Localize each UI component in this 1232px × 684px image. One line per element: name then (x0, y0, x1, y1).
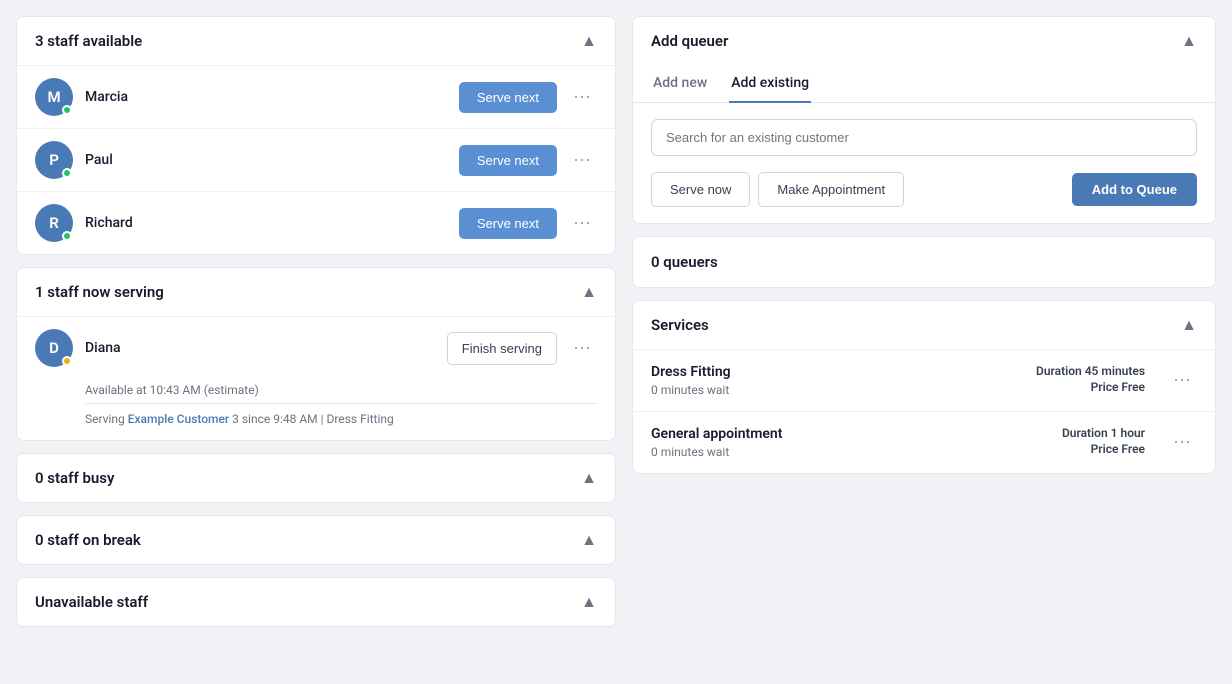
busy-staff-title: 0 staff busy (35, 469, 114, 487)
staff-row-paul: P Paul Serve next ⋯ (17, 128, 615, 191)
serving-staff-header[interactable]: 1 staff now serving ▲ (17, 268, 615, 316)
service-meta-text-dress-fitting: Duration 45 minutes Price Free (1036, 364, 1145, 396)
service-info-general-appointment: General appointment 0 minutes wait (651, 426, 782, 459)
staff-name-richard: Richard (85, 215, 459, 231)
busy-chevron-icon: ▲ (581, 468, 597, 488)
status-dot-marcia (62, 105, 72, 115)
more-options-button-general-appointment[interactable]: ⋯ (1167, 428, 1197, 457)
avatar-initial-paul: P (49, 151, 59, 169)
diana-serving-details: Available at 10:43 AM (estimate) Serving… (17, 379, 615, 440)
unavailable-chevron-icon: ▲ (581, 592, 597, 612)
service-meta-general-appointment: Duration 1 hour Price Free ⋯ (1062, 426, 1197, 458)
serving-chevron-icon: ▲ (581, 282, 597, 302)
service-meta-text-general-appointment: Duration 1 hour Price Free (1062, 426, 1145, 458)
service-duration-dress-fitting: Duration 45 minutes (1036, 364, 1145, 378)
add-queuer-header[interactable]: Add queuer ▲ (633, 17, 1215, 65)
status-dot-diana (62, 356, 72, 366)
available-staff-title: 3 staff available (35, 32, 142, 50)
add-queuer-chevron-icon: ▲ (1181, 31, 1197, 51)
service-info-dress-fitting: Dress Fitting 0 minutes wait (651, 364, 731, 397)
available-staff-section: 3 staff available ▲ M Marcia Serve next … (16, 16, 616, 255)
more-options-button-marcia[interactable]: ⋯ (567, 83, 597, 112)
service-name-general-appointment: General appointment (651, 426, 782, 442)
add-queuer-body: Serve now Make Appointment Add to Queue (633, 103, 1215, 223)
more-options-button-dress-fitting[interactable]: ⋯ (1167, 366, 1197, 395)
unavailable-staff-title: Unavailable staff (35, 593, 148, 611)
available-chevron-icon: ▲ (581, 31, 597, 51)
staff-row-richard: R Richard Serve next ⋯ (17, 191, 615, 254)
action-buttons-row: Serve now Make Appointment Add to Queue (651, 172, 1197, 207)
services-title: Services (651, 316, 709, 334)
tab-add-new[interactable]: Add new (651, 65, 709, 103)
staff-row-marcia: M Marcia Serve next ⋯ (17, 65, 615, 128)
diana-available-time: Available at 10:43 AM (estimate) (85, 383, 597, 397)
service-wait-dress-fitting: 0 minutes wait (651, 383, 731, 397)
serving-suffix: 3 since 9:48 AM | Dress Fitting (229, 412, 394, 426)
serve-next-button-marcia[interactable]: Serve next (459, 82, 557, 113)
service-wait-general-appointment: 0 minutes wait (651, 445, 782, 459)
serve-next-button-paul[interactable]: Serve next (459, 145, 557, 176)
serving-customer-link[interactable]: Example Customer (128, 412, 229, 426)
staff-name-diana: Diana (85, 340, 447, 356)
search-existing-customer-input[interactable] (651, 119, 1197, 156)
staff-row-diana: D Diana Finish serving ⋯ (17, 316, 615, 379)
serving-staff-section: 1 staff now serving ▲ D Diana Finish ser… (16, 267, 616, 441)
serve-now-button[interactable]: Serve now (651, 172, 750, 207)
add-queuer-section: Add queuer ▲ Add new Add existing Serve … (632, 16, 1216, 224)
staff-name-paul: Paul (85, 152, 459, 168)
services-section: Services ▲ Dress Fitting 0 minutes wait … (632, 300, 1216, 474)
service-row-general-appointment: General appointment 0 minutes wait Durat… (633, 411, 1215, 473)
break-staff-title: 0 staff on break (35, 531, 141, 549)
avatar-richard: R (35, 204, 73, 242)
more-options-button-diana[interactable]: ⋯ (567, 334, 597, 363)
break-staff-section: 0 staff on break ▲ (16, 515, 616, 565)
add-queuer-title: Add queuer (651, 32, 728, 50)
avatar-initial-diana: D (49, 339, 59, 357)
avatar-initial-richard: R (49, 214, 59, 232)
avatar-diana: D (35, 329, 73, 367)
queuers-header: 0 queuers (633, 237, 1215, 287)
serving-staff-title: 1 staff now serving (35, 283, 164, 301)
staff-name-marcia: Marcia (85, 89, 459, 105)
finish-serving-button-diana[interactable]: Finish serving (447, 332, 557, 365)
service-price-general-appointment: Price Free (1062, 442, 1145, 456)
service-row-dress-fitting: Dress Fitting 0 minutes wait Duration 45… (633, 349, 1215, 411)
avatar-paul: P (35, 141, 73, 179)
tab-add-existing[interactable]: Add existing (729, 65, 811, 103)
service-name-dress-fitting: Dress Fitting (651, 364, 731, 380)
serving-divider (85, 403, 597, 404)
diana-serving-info: Serving Example Customer 3 since 9:48 AM… (85, 412, 597, 426)
available-staff-header[interactable]: 3 staff available ▲ (17, 17, 615, 65)
busy-staff-section: 0 staff busy ▲ (16, 453, 616, 503)
unavailable-staff-section: Unavailable staff ▲ (16, 577, 616, 627)
break-staff-header[interactable]: 0 staff on break ▲ (17, 516, 615, 564)
service-duration-general-appointment: Duration 1 hour (1062, 426, 1145, 440)
queuers-section: 0 queuers (632, 236, 1216, 288)
service-meta-dress-fitting: Duration 45 minutes Price Free ⋯ (1036, 364, 1197, 396)
left-panel: 3 staff available ▲ M Marcia Serve next … (16, 16, 616, 668)
add-to-queue-button[interactable]: Add to Queue (1072, 173, 1197, 206)
queuers-title: 0 queuers (651, 253, 718, 271)
right-panel: Add queuer ▲ Add new Add existing Serve … (632, 16, 1216, 668)
services-header[interactable]: Services ▲ (633, 301, 1215, 349)
more-options-button-paul[interactable]: ⋯ (567, 146, 597, 175)
add-queuer-tabs: Add new Add existing (633, 65, 1215, 103)
serving-prefix: Serving (85, 412, 128, 426)
unavailable-staff-header[interactable]: Unavailable staff ▲ (17, 578, 615, 626)
services-chevron-icon: ▲ (1181, 315, 1197, 335)
avatar-marcia: M (35, 78, 73, 116)
avatar-initial-marcia: M (47, 88, 60, 106)
break-chevron-icon: ▲ (581, 530, 597, 550)
busy-staff-header[interactable]: 0 staff busy ▲ (17, 454, 615, 502)
serve-next-button-richard[interactable]: Serve next (459, 208, 557, 239)
more-options-button-richard[interactable]: ⋯ (567, 209, 597, 238)
status-dot-paul (62, 168, 72, 178)
make-appointment-button[interactable]: Make Appointment (758, 172, 904, 207)
service-price-dress-fitting: Price Free (1036, 380, 1145, 394)
status-dot-richard (62, 231, 72, 241)
